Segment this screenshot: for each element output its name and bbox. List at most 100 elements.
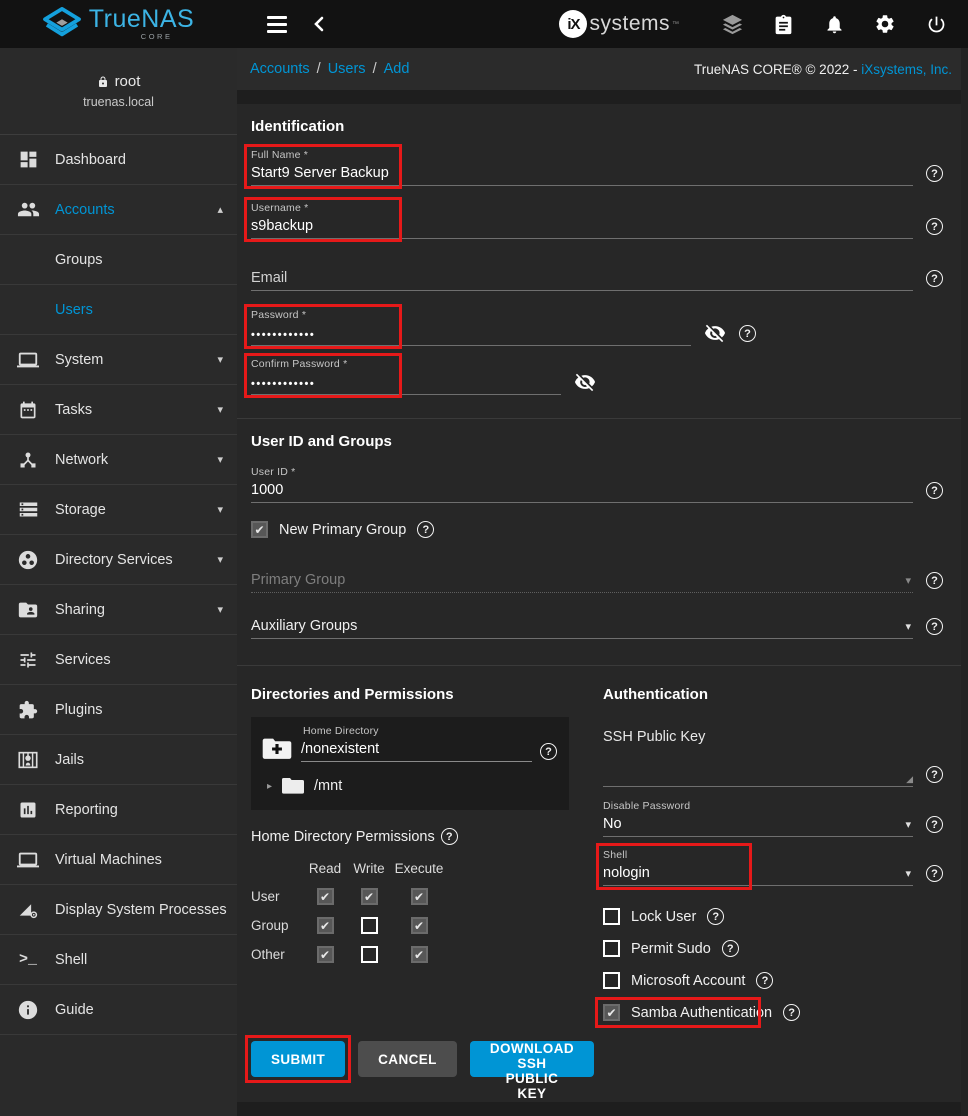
sidebar-item-shell[interactable]: >_ Shell [0, 935, 237, 985]
username-field[interactable]: Username * s9backup [251, 202, 913, 239]
help-icon[interactable]: ? [707, 908, 724, 925]
sidebar-item-users[interactable]: Users [0, 285, 237, 335]
full-name-field[interactable]: Full Name * Start9 Server Backup [251, 149, 913, 186]
collapse-nav-icon[interactable] [313, 16, 324, 32]
perm-other-read-checkbox[interactable]: ✔ [317, 946, 334, 963]
section-directories-authentication: Directories and Permissions Home Directo… [237, 665, 961, 1077]
home-directory-field[interactable]: Home Directory /nonexistent [301, 725, 532, 762]
help-icon[interactable]: ? [926, 816, 943, 833]
sidebar-item-plugins[interactable]: Plugins [0, 685, 237, 735]
sidebar-item-services[interactable]: Services [0, 635, 237, 685]
help-icon[interactable]: ? [926, 218, 943, 235]
help-icon[interactable]: ? [926, 482, 943, 499]
ssh-public-key-textarea[interactable]: ◢ [603, 745, 913, 787]
password-field[interactable]: Password * •••••••••••• [251, 309, 691, 346]
info-icon [15, 998, 41, 1022]
help-icon[interactable]: ? [926, 766, 943, 783]
directory-tree-row-mnt[interactable]: ▸ /mnt [261, 776, 557, 796]
sidebar-item-system[interactable]: System ▾ [0, 335, 237, 385]
perm-group-read-checkbox[interactable]: ✔ [317, 917, 334, 934]
shell-select[interactable]: Shell nologin ▾ [603, 849, 913, 886]
truecommand-icon[interactable] [720, 12, 744, 36]
help-icon[interactable]: ? [756, 972, 773, 989]
email-field[interactable]: Email [251, 266, 913, 291]
ix-logo-icon: iX [559, 10, 587, 38]
ixsystems-link[interactable]: iXsystems, Inc. [861, 62, 952, 77]
home-directory-panel: Home Directory /nonexistent ? ▸ /mnt [251, 717, 569, 810]
directories-column: Directories and Permissions Home Directo… [251, 686, 569, 1077]
toggle-password-visibility-icon[interactable] [704, 322, 726, 344]
sidebar-item-display-system-processes[interactable]: Display System Processes [0, 885, 237, 935]
settings-gear-icon[interactable] [873, 12, 897, 36]
help-icon[interactable]: ? [926, 618, 943, 635]
storage-icon [15, 498, 41, 522]
logged-in-user: root [115, 73, 141, 90]
sidebar-item-accounts[interactable]: Accounts ▴ [0, 185, 237, 235]
sidebar-item-sharing[interactable]: Sharing ▾ [0, 585, 237, 635]
help-icon[interactable]: ? [926, 572, 943, 589]
perm-group-write-checkbox[interactable] [361, 917, 378, 934]
auxiliary-groups-select[interactable]: Auxiliary Groups ▾ [251, 614, 913, 639]
new-primary-group-checkbox[interactable]: ✔ [251, 521, 268, 538]
truenas-logo[interactable]: TrueNAS CORE [0, 7, 237, 41]
help-icon[interactable]: ? [926, 165, 943, 182]
perm-group-execute-checkbox[interactable]: ✔ [411, 917, 428, 934]
breadcrumb-accounts[interactable]: Accounts [250, 61, 310, 77]
form-actions: SUBMIT CANCEL DOWNLOAD SSH PUBLIC KEY [251, 1041, 569, 1077]
permit-sudo-checkbox[interactable] [603, 940, 620, 957]
perm-other-write-checkbox[interactable] [361, 946, 378, 963]
section-title: Identification [251, 118, 943, 135]
resize-handle-icon[interactable]: ◢ [906, 774, 913, 785]
samba-authentication-checkbox[interactable]: ✔ [603, 1004, 620, 1021]
help-icon[interactable]: ? [722, 940, 739, 957]
perm-user-execute-checkbox[interactable]: ✔ [411, 888, 428, 905]
folder-plus-icon[interactable] [261, 736, 293, 762]
lock-user-checkbox[interactable] [603, 908, 620, 925]
user-id-field[interactable]: User ID * 1000 [251, 466, 913, 503]
help-icon[interactable]: ? [540, 743, 557, 760]
help-icon[interactable]: ? [739, 325, 756, 342]
help-icon[interactable]: ? [926, 865, 943, 882]
help-icon[interactable]: ? [783, 1004, 800, 1021]
perm-user-write-checkbox[interactable]: ✔ [361, 888, 378, 905]
sidebar-item-storage[interactable]: Storage ▾ [0, 485, 237, 535]
microsoft-account-checkbox[interactable] [603, 972, 620, 989]
section-identification: Identification Full Name * Start9 Server… [237, 104, 961, 418]
sidebar-item-virtual-machines[interactable]: Virtual Machines [0, 835, 237, 885]
disable-password-select[interactable]: Disable Password No ▾ [603, 800, 913, 837]
sidebar-item-guide[interactable]: Guide [0, 985, 237, 1035]
toggle-password-visibility-icon[interactable] [574, 371, 596, 393]
brand-name: TrueNAS [89, 7, 194, 32]
sidebar-item-reporting[interactable]: Reporting [0, 785, 237, 835]
perm-other-execute-checkbox[interactable]: ✔ [411, 946, 428, 963]
sidebar-item-directory-services[interactable]: Directory Services ▾ [0, 535, 237, 585]
tasks-clipboard-icon[interactable] [771, 12, 795, 36]
notifications-bell-icon[interactable] [822, 12, 846, 36]
sidebar-item-groups[interactable]: Groups [0, 235, 237, 285]
chevron-down-icon: ▾ [217, 503, 223, 516]
download-ssh-key-button[interactable]: DOWNLOAD SSH PUBLIC KEY [470, 1041, 594, 1077]
dropdown-arrow-icon: ▾ [905, 867, 911, 880]
ixsystems-logo: iX systems ™ [559, 10, 679, 38]
help-icon[interactable]: ? [417, 521, 434, 538]
confirm-password-field[interactable]: Confirm Password * •••••••••••• [251, 358, 561, 395]
power-icon[interactable] [924, 12, 948, 36]
breadcrumb-add[interactable]: Add [384, 61, 410, 77]
tree-expand-icon[interactable]: ▸ [267, 781, 272, 792]
primary-group-select: Primary Group ▾ [251, 568, 913, 593]
sidebar-item-tasks[interactable]: Tasks ▾ [0, 385, 237, 435]
scrollbar[interactable] [961, 48, 968, 1116]
sidebar-item-dashboard[interactable]: Dashboard [0, 135, 237, 185]
cancel-button[interactable]: CANCEL [358, 1041, 457, 1077]
breadcrumb-users[interactable]: Users [328, 61, 366, 77]
help-icon[interactable]: ? [926, 270, 943, 287]
top-navbar: TrueNAS CORE iX systems ™ [0, 0, 968, 48]
perm-user-read-checkbox[interactable]: ✔ [317, 888, 334, 905]
sidebar-item-jails[interactable]: Jails [0, 735, 237, 785]
menu-toggle-icon[interactable] [267, 16, 287, 33]
sidebar-item-network[interactable]: Network ▾ [0, 435, 237, 485]
calendar-icon [15, 398, 41, 422]
submit-button[interactable]: SUBMIT [251, 1041, 345, 1077]
help-icon[interactable]: ? [441, 828, 458, 845]
chevron-down-icon: ▾ [217, 403, 223, 416]
